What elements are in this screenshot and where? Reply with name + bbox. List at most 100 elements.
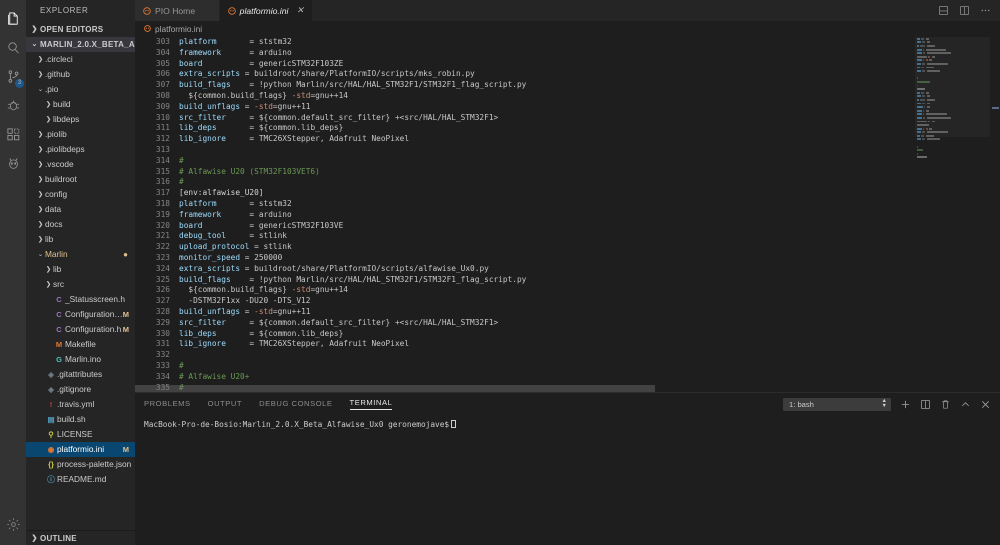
code-line[interactable]: 331 lib_ignore = TMC26XStepper, Adafruit … [135,339,915,350]
code-line[interactable]: 323 monitor_speed = 250000 [135,253,915,264]
code-line[interactable]: 330 lib_deps = ${common.lib_deps} [135,329,915,340]
panel-tab-terminal[interactable]: TERMINAL [349,398,393,410]
tree-file[interactable]: ⚲ LICENSE [26,427,135,442]
code-line[interactable]: 326 ${common.build_flags} -std=gnu++14 [135,285,915,296]
section-open-editors[interactable]: ❯ OPEN EDITORS [26,22,135,37]
close-panel-icon[interactable] [980,399,991,410]
tree-folder[interactable]: ❯ lib [26,232,135,247]
tree-folder[interactable]: ❯ src [26,277,135,292]
tree-folder[interactable]: ❯ data [26,202,135,217]
tree-item-label: src [53,279,65,289]
terminal-instance-select[interactable]: 1: bash ▲ ▼ [783,397,891,411]
activity-item-debug[interactable] [0,91,26,120]
code-line[interactable]: 313 [135,145,915,156]
more-actions-icon[interactable] [980,5,991,16]
scrollbar-thumb[interactable] [135,385,655,392]
code-line[interactable]: 321 debug_tool = stlink [135,231,915,242]
code-line[interactable]: 314 # [135,156,915,167]
activity-item-extensions[interactable] [0,120,26,149]
code-line[interactable]: 303 platform = ststm32 [135,37,915,48]
split-editor-down-icon[interactable] [938,5,949,16]
tree-folder[interactable]: ⌄ Marlin ● [26,247,135,262]
tree-file[interactable]: C _Statusscreen.h [26,292,135,307]
minimap[interactable] [915,37,990,392]
terminal-output[interactable]: MacBook-Pro-de-Bosio:Marlin_2.0.X_Beta_A… [135,415,1000,545]
tree-file[interactable]: ⓘ README.md [26,472,135,487]
code-line[interactable]: 315 # Alfawise U20 (STM32F103VET6) [135,167,915,178]
tree-file[interactable]: ◈ .gitignore [26,382,135,397]
tab-close-icon[interactable]: ✕ [296,5,304,16]
activity-item-settings[interactable] [0,510,26,539]
panel-tab-problems[interactable]: PROBLEMS [144,399,191,410]
tab-platformio-ini[interactable]: platformio.ini ✕ [219,0,313,21]
code-line[interactable]: 304 framework = arduino [135,48,915,59]
section-workspace-folder[interactable]: ⌄ MARLIN_2.0.X_BETA_ALFA... [26,37,135,52]
code-line[interactable]: 310 src_filter = ${common.default_src_fil… [135,113,915,124]
tree-file[interactable]: CConfiguration_ad...M [26,307,135,322]
panel-tab-output[interactable]: OUTPUT [208,399,243,410]
tree-folder[interactable]: ❯ .circleci [26,52,135,67]
tree-file[interactable]: ◉ platformio.ini M [26,442,135,457]
code-line[interactable]: 305 board = genericSTM32F103ZE [135,59,915,70]
tree-file[interactable]: ! .travis.yml [26,397,135,412]
tree-folder[interactable]: ❯ libdeps [26,112,135,127]
code-line[interactable]: 308 ${common.build_flags} -std=gnu++14 [135,91,915,102]
code-line[interactable]: 327 -DSTM32F1xx -DU20 -DTS_V12 [135,296,915,307]
tree-file[interactable]: M Makefile [26,337,135,352]
breadcrumb[interactable]: platformio.ini [135,21,1000,37]
editor-horizontal-scrollbar[interactable] [135,385,1000,392]
maximize-panel-icon[interactable] [960,399,971,410]
tree-file[interactable]: G Marlin.ino [26,352,135,367]
tree-folder[interactable]: ❯ .vscode [26,157,135,172]
tree-file[interactable]: ◈ .gitattributes [26,367,135,382]
kill-terminal-icon[interactable] [940,399,951,410]
code-line[interactable]: 325 build_flags = !python Marlin/src/HAL/… [135,275,915,286]
code-line[interactable]: 320 board = genericSTM32F103VE [135,221,915,232]
code-line[interactable]: 317 [env:alfawise_U20] [135,188,915,199]
panel-tab-debug-console[interactable]: DEBUG CONSOLE [259,399,332,410]
code-line[interactable]: 312 lib_ignore = TMC26XStepper, Adafruit … [135,134,915,145]
split-editor-right-icon[interactable] [959,5,970,16]
activity-item-explorer[interactable] [0,4,26,33]
code-lines[interactable]: 303 platform = ststm32 304 framework = ardu… [135,37,915,392]
code-line[interactable]: 333 # [135,361,915,372]
code-line[interactable]: 318 platform = ststm32 [135,199,915,210]
tree-folder[interactable]: ❯ .github [26,67,135,82]
new-terminal-icon[interactable] [900,399,911,410]
code-line[interactable]: 316 # [135,177,915,188]
tree-file[interactable]: ▤ build.sh [26,412,135,427]
code-line[interactable]: 307 build_flags = !python Marlin/src/HAL/… [135,80,915,91]
code-editor[interactable]: 303 platform = ststm32 304 framework = ardu… [135,37,1000,392]
code-line[interactable]: 329 src_filter = ${common.default_src_fil… [135,318,915,329]
tree-folder[interactable]: ⌄ .pio [26,82,135,97]
activity-item-platformio[interactable] [0,149,26,178]
code-line[interactable]: 306 extra_scripts = buildroot/share/Platf… [135,69,915,80]
code-line[interactable]: 322 upload_protocol = stlink [135,242,915,253]
activity-item-search[interactable] [0,33,26,62]
code-line[interactable]: 328 build_unflags = -std=gnu++11 [135,307,915,318]
code-line[interactable]: 324 extra_scripts = buildroot/share/Platf… [135,264,915,275]
code-line[interactable]: 332 [135,350,915,361]
tree-folder[interactable]: ❯ .piolib [26,127,135,142]
split-terminal-icon[interactable] [920,399,931,410]
section-outline[interactable]: ❯ OUTLINE [26,530,135,545]
tree-file[interactable]: C Configuration.h M [26,322,135,337]
tree-folder[interactable]: ❯ config [26,187,135,202]
tree-folder[interactable]: ❯ buildroot [26,172,135,187]
line-number: 334 [155,371,170,381]
tree-folder[interactable]: ❯ docs [26,217,135,232]
tab-pio-home[interactable]: PIO Home ✕ [135,0,220,21]
code-line[interactable]: 309 build_unflags = -std=gnu++11 [135,102,915,113]
tree-folder[interactable]: ❯ .piolibdeps [26,142,135,157]
breadcrumb-item-file[interactable]: platformio.ini [155,24,202,34]
tree-item-label: config [45,189,68,199]
file-type-icon: ▤ [47,415,55,424]
code-line[interactable]: 319 framework = arduino [135,210,915,221]
overview-ruler[interactable] [990,37,1000,392]
activity-item-source-control[interactable]: 3 [0,62,26,91]
tree-folder[interactable]: ❯ build [26,97,135,112]
code-line[interactable]: 334 # Alfawise U20+ [135,372,915,383]
code-line[interactable]: 311 lib_deps = ${common.lib_deps} [135,123,915,134]
tree-folder[interactable]: ❯ lib [26,262,135,277]
tree-file[interactable]: {} process-palette.json [26,457,135,472]
